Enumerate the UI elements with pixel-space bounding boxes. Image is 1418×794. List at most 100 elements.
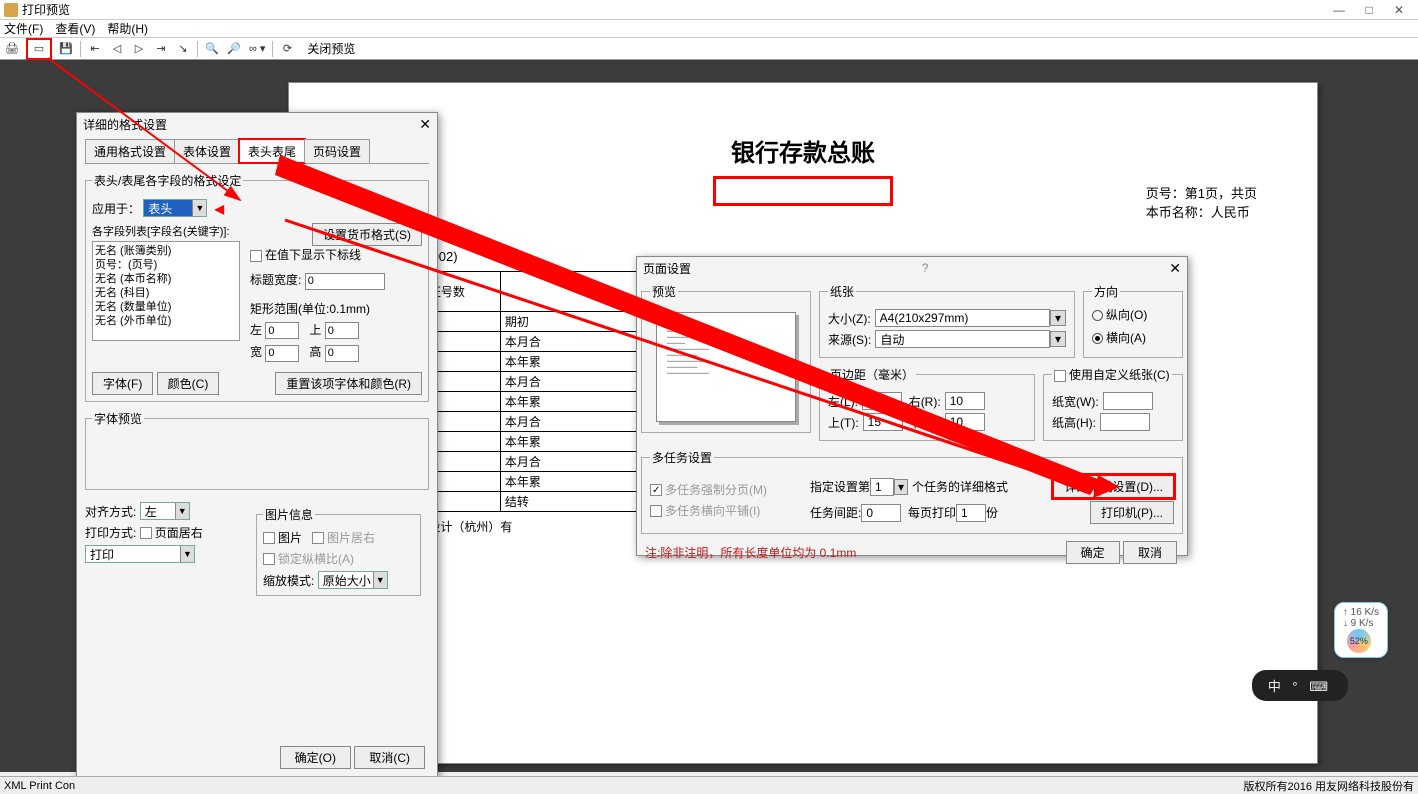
page-no-value: 第1页，共页 — [1185, 186, 1257, 201]
last-page-icon[interactable]: ⇥ — [153, 41, 169, 57]
prev-page-icon[interactable]: ◁ — [109, 41, 125, 57]
list-item[interactable]: 无名 (科目) — [95, 286, 237, 300]
page-setup-dialog: 页面设置 ? ✕ 预览 ━━━━━━━━━━━━━━━━━━━━━━━━━━━━… — [636, 256, 1188, 556]
margin-right-input[interactable] — [945, 392, 985, 410]
list-item[interactable]: 页号：(页号) — [95, 258, 237, 272]
toolbar-highlight: ▭ — [26, 38, 52, 60]
title-width-input[interactable] — [305, 273, 385, 290]
portrait-radio[interactable] — [1092, 310, 1103, 321]
close-preview-button[interactable]: 关闭预览 — [307, 40, 355, 57]
margin-left-input[interactable] — [862, 392, 902, 410]
force-page-checkbox[interactable] — [650, 484, 662, 496]
goto-page-icon[interactable]: ↘ — [175, 41, 191, 57]
lock-aspect-checkbox[interactable] — [263, 553, 275, 565]
tab-pagenum[interactable]: 页码设置 — [304, 139, 370, 163]
menu-view[interactable]: 查看(V) — [55, 20, 95, 37]
print-icon[interactable]: 🖨 — [4, 41, 20, 57]
status-bar: XML Print Con 版权所有2016 用友网络科技股份有 — [0, 776, 1418, 794]
pagesetup-cancel-button[interactable]: 取消 — [1123, 541, 1177, 564]
rect-top-input[interactable] — [325, 322, 359, 339]
pagesetup-ok-button[interactable]: 确定 — [1066, 541, 1120, 564]
print-method-label: 打印方式: — [85, 526, 136, 540]
rect-left-input[interactable] — [265, 322, 299, 339]
rect-height-input[interactable] — [325, 345, 359, 362]
tab-header-footer[interactable]: 表头表尾 — [239, 139, 305, 163]
detail-ok-button[interactable]: 确定(O) — [280, 746, 351, 769]
maximize-button[interactable]: □ — [1354, 3, 1384, 17]
zoom-out-icon[interactable]: 🔎 — [226, 41, 242, 57]
margin-top-input[interactable] — [863, 413, 903, 431]
subscript-checkbox[interactable] — [250, 250, 262, 262]
help-icon[interactable]: ? — [922, 261, 929, 275]
chevron-down-icon[interactable]: ▾ — [894, 479, 908, 495]
font-preview-label: 字体预览 — [92, 410, 144, 427]
tab-body[interactable]: 表体设置 — [174, 139, 240, 163]
currency-format-button[interactable]: 设置货币格式(S) — [312, 223, 422, 246]
close-icon[interactable]: ✕ — [419, 116, 431, 133]
margin-bottom-input[interactable] — [945, 413, 985, 431]
apply-label: 应用于： — [92, 202, 140, 216]
ime-bar[interactable]: 中 ° ⌨ — [1252, 670, 1348, 701]
minimize-button[interactable]: — — [1324, 3, 1354, 17]
paper-width-input[interactable] — [1103, 392, 1153, 410]
page-setup-icon[interactable]: ▭ — [31, 41, 47, 57]
tile-checkbox[interactable] — [650, 505, 662, 517]
menu-file[interactable]: 文件(F) — [4, 20, 43, 37]
refresh-icon[interactable]: ⟳ — [279, 41, 295, 57]
zoom-level[interactable]: ∞ ▾ — [248, 41, 266, 57]
tab-general[interactable]: 通用格式设置 — [85, 139, 175, 163]
currency-label: 本币名称： — [1146, 205, 1211, 220]
list-item[interactable]: 无名 (数量单位) — [95, 300, 237, 314]
detail-format-dialog: 详细的格式设置 ✕ 通用格式设置 表体设置 表头表尾 页码设置 表头/表尾各字段… — [76, 112, 438, 780]
apply-combo[interactable]: 表头▼ — [143, 199, 207, 217]
list-item[interactable]: 无名 (本币名称) — [95, 272, 237, 286]
color-button[interactable]: 颜色(C) — [157, 372, 220, 395]
image-checkbox[interactable] — [263, 532, 275, 544]
rect-width-input[interactable] — [265, 345, 299, 362]
zoom-combo[interactable]: 原始大小▼ — [318, 571, 388, 589]
format-fieldset-title: 表头/表尾各字段的格式设定 — [92, 172, 243, 189]
image-group: 图片信息 — [263, 506, 315, 523]
task-gap-input[interactable] — [861, 504, 901, 522]
fieldlist-label: 各字段列表[字段名(关键字)]: — [92, 223, 240, 239]
margin-group: 页边距（毫米） — [828, 366, 916, 383]
spec-task-input[interactable] — [870, 478, 894, 496]
font-button[interactable]: 字体(F) — [92, 372, 153, 395]
close-icon[interactable]: ✕ — [1169, 260, 1181, 277]
report-title: 银行存款总账 — [329, 133, 1277, 168]
chevron-down-icon[interactable]: ▾ — [1050, 331, 1066, 347]
landscape-radio[interactable] — [1092, 333, 1103, 344]
paper-size-combo[interactable] — [875, 309, 1050, 327]
align-label: 对齐方式: — [85, 505, 136, 519]
menu-bar: 文件(F) 查看(V) 帮助(H) — [0, 20, 1418, 38]
per-page-input[interactable] — [956, 504, 986, 522]
image-right-checkbox[interactable] — [312, 532, 324, 544]
field-listbox[interactable]: 无名 (账簿类别)页号：(页号)无名 (本币名称)无名 (科目)无名 (数量单位… — [92, 241, 240, 341]
reset-font-button[interactable]: 重置该项字体和颜色(R) — [275, 372, 422, 395]
list-item[interactable]: 无名 (账簿类别) — [95, 244, 237, 258]
menu-help[interactable]: 帮助(H) — [107, 20, 148, 37]
paper-source-combo[interactable] — [875, 330, 1050, 348]
preview-group: 预览 — [650, 283, 678, 300]
first-page-icon[interactable]: ⇤ — [87, 41, 103, 57]
align-combo[interactable]: 左▼ — [140, 502, 190, 520]
page-no-label: 页号： — [1146, 186, 1185, 201]
currency-value: 人民币 — [1211, 205, 1250, 220]
printer-button[interactable]: 打印机(P)... — [1090, 501, 1174, 524]
zoom-in-icon[interactable]: 🔍 — [204, 41, 220, 57]
network-widget: ↑ 16 K/s ↓ 9 K/s 52% — [1334, 602, 1388, 658]
print-method-combo[interactable]: 打印▼ — [85, 545, 195, 563]
preview-thumbnail: ━━━━━━━━━━━━━━━━━━━━━━━━━━━━━━━━━━━━━━━━… — [656, 312, 796, 422]
page-right-checkbox[interactable] — [140, 527, 152, 539]
close-button[interactable]: ✕ — [1384, 3, 1414, 17]
title-highlight — [713, 176, 893, 206]
custom-paper-checkbox[interactable] — [1054, 370, 1066, 382]
next-page-icon[interactable]: ▷ — [131, 41, 147, 57]
save-icon[interactable]: 💾 — [58, 41, 74, 57]
rect-label: 矩形范围(单位:0.1mm) — [250, 300, 422, 317]
detail-format-button[interactable]: 详细格式设置(D)... — [1053, 475, 1174, 498]
paper-height-input[interactable] — [1100, 413, 1150, 431]
chevron-down-icon[interactable]: ▾ — [1050, 310, 1066, 326]
list-item[interactable]: 无名 (外币单位) — [95, 314, 237, 328]
detail-cancel-button[interactable]: 取消(C) — [354, 746, 425, 769]
